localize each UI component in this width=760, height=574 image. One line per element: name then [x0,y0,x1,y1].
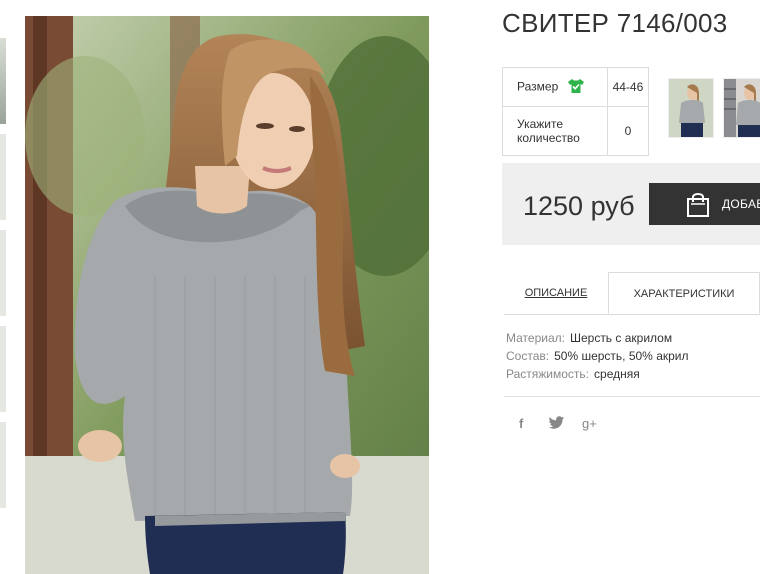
product-title: СВИТЕР 7146/003 [502,8,728,38]
tab-description[interactable]: ОПИСАНИЕ [504,272,608,314]
tab-characteristics[interactable]: ХАРАКТЕРИСТИКИ [608,272,760,314]
price-box: 1250 руб ДОБАВ [502,163,760,245]
product-price: 1250 руб [523,191,635,221]
thumbnail-strip [0,38,6,518]
size-label-cell: Размер [502,67,608,107]
quantity-label-line2: количество [517,131,580,145]
size-value[interactable]: 44-46 [606,67,650,107]
size-label: Размер [517,79,559,94]
product-main-photo[interactable] [25,16,429,574]
product-thumbnail[interactable] [668,78,714,138]
spec-row: Растяжимость: средняя [506,365,689,383]
spec-value: средняя [594,367,640,381]
spec-row: Материал: Шерсть с акрилом [506,329,689,347]
quantity-label-cell: Укажите количество [502,106,608,156]
quantity-input[interactable]: 0 [606,106,650,156]
shopping-bag-icon [686,191,710,222]
product-thumbnail[interactable] [723,78,760,138]
spec-key: Состав: [506,349,550,363]
quantity-label-line1: Укажите [517,117,564,131]
product-tabs: ОПИСАНИЕ ХАРАКТЕРИСТИКИ [504,272,760,315]
specs-list: Материал: Шерсть с акрилом Состав: 50% шер… [506,329,689,383]
add-to-cart-button[interactable]: ДОБАВ [649,183,760,225]
facebook-icon[interactable]: f [519,416,523,431]
spec-key: Растяжимость: [506,367,590,381]
divider [504,396,760,397]
thumbnail[interactable] [0,134,6,220]
thumbnail[interactable] [0,326,6,412]
thumbnail[interactable] [0,422,6,508]
thumbnail[interactable] [0,38,6,124]
spec-value: 50% шерсть, 50% акрил [554,349,689,363]
product-options-table: Размер 44-46 Укажите количество 0 [502,67,650,156]
shirt-check-icon[interactable] [567,78,584,96]
spec-value: Шерсть с акрилом [569,331,673,345]
thumbnail[interactable] [0,230,6,316]
spec-key: Материал: [506,331,565,345]
add-to-cart-label: ДОБАВ [722,197,760,211]
twitter-icon[interactable] [548,416,564,432]
google-plus-icon[interactable]: g+ [582,416,597,431]
spec-row: Состав: 50% шерсть, 50% акрил [506,347,689,365]
